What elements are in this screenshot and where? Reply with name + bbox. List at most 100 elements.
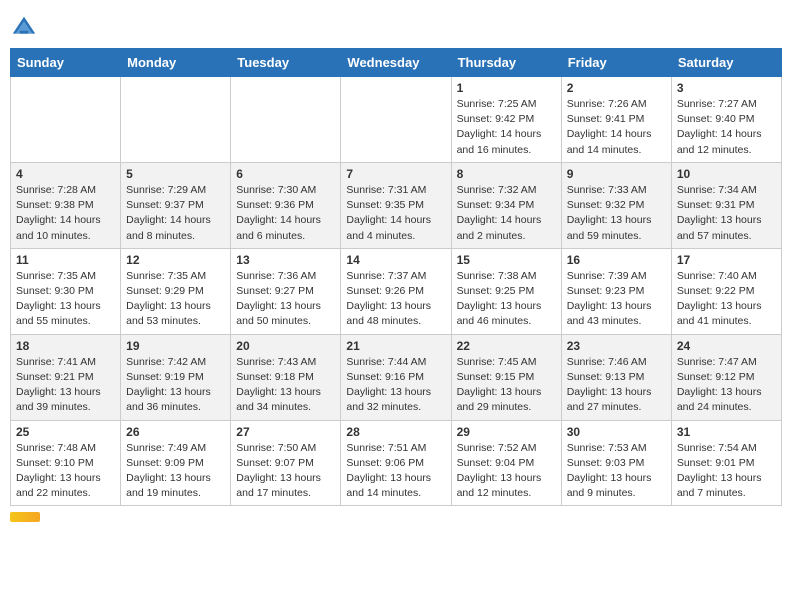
calendar-header-sunday: Sunday <box>11 49 121 77</box>
daylight-bar-icon <box>10 512 40 522</box>
day-info: Sunrise: 7:39 AM Sunset: 9:23 PM Dayligh… <box>567 269 666 330</box>
calendar-cell: 3 Sunrise: 7:27 AM Sunset: 9:40 PM Daylig… <box>671 77 781 163</box>
day-info: Sunrise: 7:37 AM Sunset: 9:26 PM Dayligh… <box>346 269 445 330</box>
day-number: 29 <box>457 425 556 439</box>
day-number: 19 <box>126 339 225 353</box>
day-info: Sunrise: 7:34 AM Sunset: 9:31 PM Dayligh… <box>677 183 776 244</box>
calendar-cell <box>11 77 121 163</box>
calendar-cell: 28 Sunrise: 7:51 AM Sunset: 9:06 PM Dayli… <box>341 420 451 506</box>
day-info: Sunrise: 7:36 AM Sunset: 9:27 PM Dayligh… <box>236 269 335 330</box>
day-info: Sunrise: 7:33 AM Sunset: 9:32 PM Dayligh… <box>567 183 666 244</box>
calendar-cell: 7 Sunrise: 7:31 AM Sunset: 9:35 PM Daylig… <box>341 162 451 248</box>
day-info: Sunrise: 7:53 AM Sunset: 9:03 PM Dayligh… <box>567 441 666 502</box>
calendar-header-row: SundayMondayTuesdayWednesdayThursdayFrid… <box>11 49 782 77</box>
day-number: 24 <box>677 339 776 353</box>
calendar-cell: 1 Sunrise: 7:25 AM Sunset: 9:42 PM Daylig… <box>451 77 561 163</box>
calendar-week-row: 11Sunrise: 7:35 AM Sunset: 9:30 PM Dayli… <box>11 248 782 334</box>
footer-note <box>10 512 782 522</box>
calendar-cell <box>231 77 341 163</box>
day-number: 9 <box>567 167 666 181</box>
calendar-cell: 30Sunrise: 7:53 AM Sunset: 9:03 PM Dayli… <box>561 420 671 506</box>
day-number: 15 <box>457 253 556 267</box>
day-number: 14 <box>346 253 445 267</box>
day-number: 18 <box>16 339 115 353</box>
day-number: 10 <box>677 167 776 181</box>
day-number: 22 <box>457 339 556 353</box>
calendar-cell: 27 Sunrise: 7:50 AM Sunset: 9:07 PM Dayli… <box>231 420 341 506</box>
day-number: 2 <box>567 81 666 95</box>
calendar-cell: 26 Sunrise: 7:49 AM Sunset: 9:09 PM Dayli… <box>121 420 231 506</box>
calendar-cell: 4Sunrise: 7:28 AM Sunset: 9:38 PM Daylig… <box>11 162 121 248</box>
calendar-cell: 15 Sunrise: 7:38 AM Sunset: 9:25 PM Dayli… <box>451 248 561 334</box>
header <box>10 10 782 42</box>
day-number: 1 <box>457 81 556 95</box>
calendar-cell: 14 Sunrise: 7:37 AM Sunset: 9:26 PM Dayli… <box>341 248 451 334</box>
calendar-cell: 8 Sunrise: 7:32 AM Sunset: 9:34 PM Daylig… <box>451 162 561 248</box>
calendar-week-row: 18 Sunrise: 7:41 AM Sunset: 9:21 PM Dayli… <box>11 334 782 420</box>
calendar-cell: 10 Sunrise: 7:34 AM Sunset: 9:31 PM Dayli… <box>671 162 781 248</box>
day-info: Sunrise: 7:35 AM Sunset: 9:30 PM Dayligh… <box>16 269 115 330</box>
day-info: Sunrise: 7:43 AM Sunset: 9:18 PM Dayligh… <box>236 355 335 416</box>
calendar-cell: 22 Sunrise: 7:45 AM Sunset: 9:15 PM Dayli… <box>451 334 561 420</box>
day-info: Sunrise: 7:44 AM Sunset: 9:16 PM Dayligh… <box>346 355 445 416</box>
day-number: 25 <box>16 425 115 439</box>
calendar-cell: 24 Sunrise: 7:47 AM Sunset: 9:12 PM Dayli… <box>671 334 781 420</box>
calendar-header-friday: Friday <box>561 49 671 77</box>
day-info: Sunrise: 7:29 AM Sunset: 9:37 PM Dayligh… <box>126 183 225 244</box>
calendar-cell: 19 Sunrise: 7:42 AM Sunset: 9:19 PM Dayli… <box>121 334 231 420</box>
day-info: Sunrise: 7:31 AM Sunset: 9:35 PM Dayligh… <box>346 183 445 244</box>
calendar-header-tuesday: Tuesday <box>231 49 341 77</box>
day-info: Sunrise: 7:41 AM Sunset: 9:21 PM Dayligh… <box>16 355 115 416</box>
calendar-cell: 18 Sunrise: 7:41 AM Sunset: 9:21 PM Dayli… <box>11 334 121 420</box>
calendar-cell: 17Sunrise: 7:40 AM Sunset: 9:22 PM Dayli… <box>671 248 781 334</box>
day-info: Sunrise: 7:35 AM Sunset: 9:29 PM Dayligh… <box>126 269 225 330</box>
day-number: 8 <box>457 167 556 181</box>
calendar-cell: 11Sunrise: 7:35 AM Sunset: 9:30 PM Dayli… <box>11 248 121 334</box>
calendar-cell: 21Sunrise: 7:44 AM Sunset: 9:16 PM Dayli… <box>341 334 451 420</box>
day-number: 3 <box>677 81 776 95</box>
day-number: 16 <box>567 253 666 267</box>
calendar-cell: 23Sunrise: 7:46 AM Sunset: 9:13 PM Dayli… <box>561 334 671 420</box>
calendar-cell: 16 Sunrise: 7:39 AM Sunset: 9:23 PM Dayli… <box>561 248 671 334</box>
calendar-cell: 13 Sunrise: 7:36 AM Sunset: 9:27 PM Dayli… <box>231 248 341 334</box>
day-info: Sunrise: 7:47 AM Sunset: 9:12 PM Dayligh… <box>677 355 776 416</box>
day-info: Sunrise: 7:50 AM Sunset: 9:07 PM Dayligh… <box>236 441 335 502</box>
calendar-cell: 12 Sunrise: 7:35 AM Sunset: 9:29 PM Dayli… <box>121 248 231 334</box>
calendar-cell: 6 Sunrise: 7:30 AM Sunset: 9:36 PM Daylig… <box>231 162 341 248</box>
day-info: Sunrise: 7:27 AM Sunset: 9:40 PM Dayligh… <box>677 97 776 158</box>
day-info: Sunrise: 7:25 AM Sunset: 9:42 PM Dayligh… <box>457 97 556 158</box>
day-number: 4 <box>16 167 115 181</box>
day-info: Sunrise: 7:30 AM Sunset: 9:36 PM Dayligh… <box>236 183 335 244</box>
logo <box>10 14 42 42</box>
calendar: SundayMondayTuesdayWednesdayThursdayFrid… <box>10 48 782 506</box>
day-number: 26 <box>126 425 225 439</box>
calendar-cell: 2Sunrise: 7:26 AM Sunset: 9:41 PM Daylig… <box>561 77 671 163</box>
day-info: Sunrise: 7:51 AM Sunset: 9:06 PM Dayligh… <box>346 441 445 502</box>
calendar-cell: 9 Sunrise: 7:33 AM Sunset: 9:32 PM Daylig… <box>561 162 671 248</box>
day-number: 20 <box>236 339 335 353</box>
calendar-header-saturday: Saturday <box>671 49 781 77</box>
day-number: 12 <box>126 253 225 267</box>
calendar-week-row: 25 Sunrise: 7:48 AM Sunset: 9:10 PM Dayli… <box>11 420 782 506</box>
day-info: Sunrise: 7:48 AM Sunset: 9:10 PM Dayligh… <box>16 441 115 502</box>
day-info: Sunrise: 7:52 AM Sunset: 9:04 PM Dayligh… <box>457 441 556 502</box>
day-number: 31 <box>677 425 776 439</box>
day-number: 13 <box>236 253 335 267</box>
day-info: Sunrise: 7:45 AM Sunset: 9:15 PM Dayligh… <box>457 355 556 416</box>
calendar-cell: 31 Sunrise: 7:54 AM Sunset: 9:01 PM Dayli… <box>671 420 781 506</box>
day-info: Sunrise: 7:54 AM Sunset: 9:01 PM Dayligh… <box>677 441 776 502</box>
day-info: Sunrise: 7:38 AM Sunset: 9:25 PM Dayligh… <box>457 269 556 330</box>
day-number: 27 <box>236 425 335 439</box>
day-info: Sunrise: 7:42 AM Sunset: 9:19 PM Dayligh… <box>126 355 225 416</box>
calendar-week-row: 4Sunrise: 7:28 AM Sunset: 9:38 PM Daylig… <box>11 162 782 248</box>
day-number: 28 <box>346 425 445 439</box>
calendar-cell: 5Sunrise: 7:29 AM Sunset: 9:37 PM Daylig… <box>121 162 231 248</box>
day-number: 6 <box>236 167 335 181</box>
calendar-header-monday: Monday <box>121 49 231 77</box>
day-info: Sunrise: 7:40 AM Sunset: 9:22 PM Dayligh… <box>677 269 776 330</box>
day-info: Sunrise: 7:32 AM Sunset: 9:34 PM Dayligh… <box>457 183 556 244</box>
day-number: 7 <box>346 167 445 181</box>
day-info: Sunrise: 7:49 AM Sunset: 9:09 PM Dayligh… <box>126 441 225 502</box>
calendar-header-thursday: Thursday <box>451 49 561 77</box>
calendar-cell <box>341 77 451 163</box>
